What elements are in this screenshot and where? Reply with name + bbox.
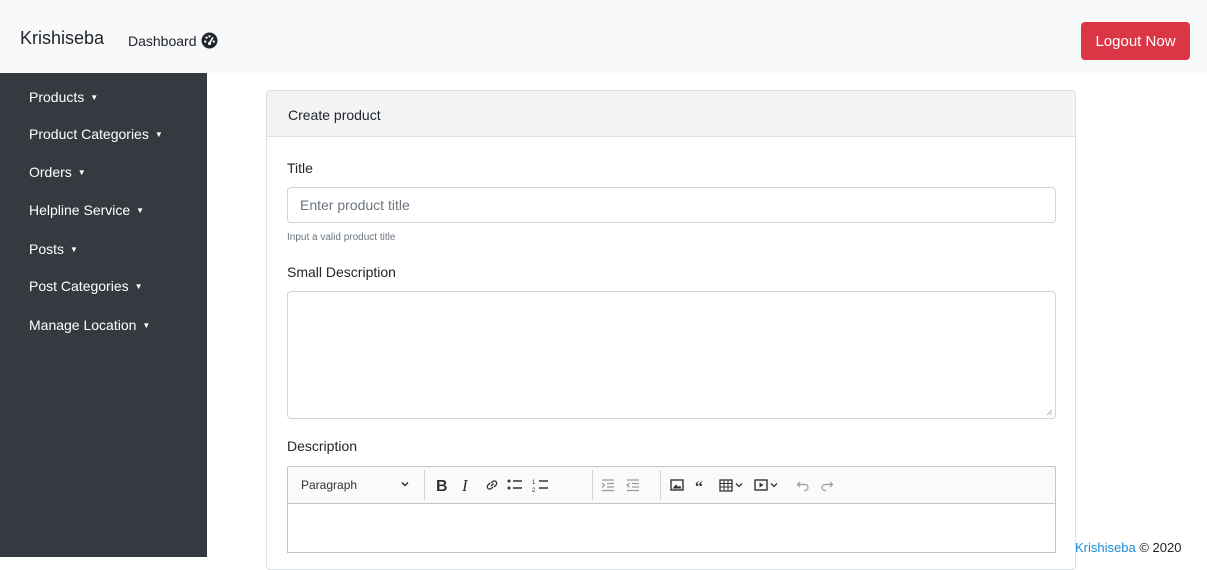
logout-button[interactable]: Logout Now — [1081, 22, 1190, 60]
sidebar-item-label: Posts — [29, 241, 65, 257]
quote-icon[interactable]: “ — [693, 476, 711, 494]
caret-down-icon: ▼ — [134, 281, 143, 291]
image-icon[interactable] — [668, 476, 686, 494]
title-input[interactable] — [287, 187, 1056, 223]
card-title: Create product — [267, 91, 1075, 137]
small-description-label: Small Description — [287, 264, 396, 280]
caret-down-icon: ▼ — [136, 205, 145, 215]
brand-link[interactable]: Krishiseba — [20, 28, 104, 49]
chevron-down-icon — [401, 481, 409, 487]
sidebar-item-label: Orders — [29, 164, 72, 180]
sidebar-item-label: Helpline Service — [29, 202, 131, 218]
sidebar-item-label: Product Categories — [29, 126, 149, 142]
sidebar-item-label: Manage Location — [29, 317, 137, 333]
numbered-list-icon[interactable]: 12 — [532, 476, 550, 494]
svg-text:2: 2 — [532, 488, 536, 493]
media-icon[interactable] — [753, 476, 781, 494]
resize-handle-icon[interactable] — [1046, 409, 1053, 416]
footer-brand-link[interactable]: Krishiseba — [1075, 540, 1136, 555]
footer: Krishiseba © 2020 — [1075, 540, 1181, 555]
svg-text:I: I — [461, 477, 469, 493]
sidebar-item-manage-location[interactable]: Manage Location ▼ — [29, 317, 150, 333]
svg-text:“: “ — [695, 479, 703, 493]
small-description-textarea[interactable] — [287, 291, 1056, 419]
sidebar-item-label: Post Categories — [29, 278, 129, 294]
table-icon[interactable] — [718, 476, 746, 494]
sidebar-item-products[interactable]: Products ▼ — [29, 89, 98, 105]
title-help-text: Input a valid product title — [287, 232, 396, 243]
dashboard-label: Dashboard — [128, 32, 197, 49]
description-editor[interactable] — [287, 503, 1056, 553]
redo-icon[interactable] — [818, 476, 836, 494]
caret-down-icon: ▼ — [142, 320, 151, 330]
heading-select-value: Paragraph — [301, 478, 358, 492]
title-label: Title — [287, 160, 313, 176]
heading-select[interactable]: Paragraph — [288, 467, 424, 503]
sidebar-item-post-categories[interactable]: Post Categories ▼ — [29, 278, 143, 294]
indent-icon[interactable] — [599, 476, 617, 494]
bulleted-list-icon[interactable] — [506, 476, 524, 494]
undo-icon[interactable] — [794, 476, 812, 494]
top-navbar: Krishiseba Dashboard Logout Now — [0, 0, 1207, 73]
sidebar-item-orders[interactable]: Orders ▼ — [29, 164, 86, 180]
dashboard-link[interactable]: Dashboard — [128, 32, 218, 49]
editor-toolbar: Paragraph B I 12 “ — [287, 466, 1056, 504]
bold-icon[interactable]: B — [433, 476, 451, 494]
sidebar-item-product-categories[interactable]: Product Categories ▼ — [29, 126, 163, 142]
svg-text:B: B — [436, 478, 448, 493]
toolbar-separator — [592, 470, 593, 500]
caret-down-icon: ▼ — [77, 167, 86, 177]
svg-text:1: 1 — [532, 480, 536, 486]
footer-copyright: © 2020 — [1139, 540, 1182, 555]
sidebar-item-helpline-service[interactable]: Helpline Service ▼ — [29, 202, 144, 218]
sidebar: Products ▼ Product Categories ▼ Orders ▼… — [0, 73, 207, 557]
tachometer-icon — [201, 32, 217, 49]
sidebar-item-posts[interactable]: Posts ▼ — [29, 241, 78, 257]
toolbar-separator — [424, 470, 425, 500]
link-icon[interactable] — [483, 476, 501, 494]
toolbar-separator — [660, 470, 661, 500]
outdent-icon[interactable] — [624, 476, 642, 494]
caret-down-icon: ▼ — [90, 92, 99, 102]
italic-icon[interactable]: I — [458, 476, 476, 494]
caret-down-icon: ▼ — [70, 244, 78, 254]
description-label: Description — [287, 438, 358, 454]
sidebar-item-label: Products — [29, 89, 85, 105]
caret-down-icon: ▼ — [154, 129, 163, 139]
